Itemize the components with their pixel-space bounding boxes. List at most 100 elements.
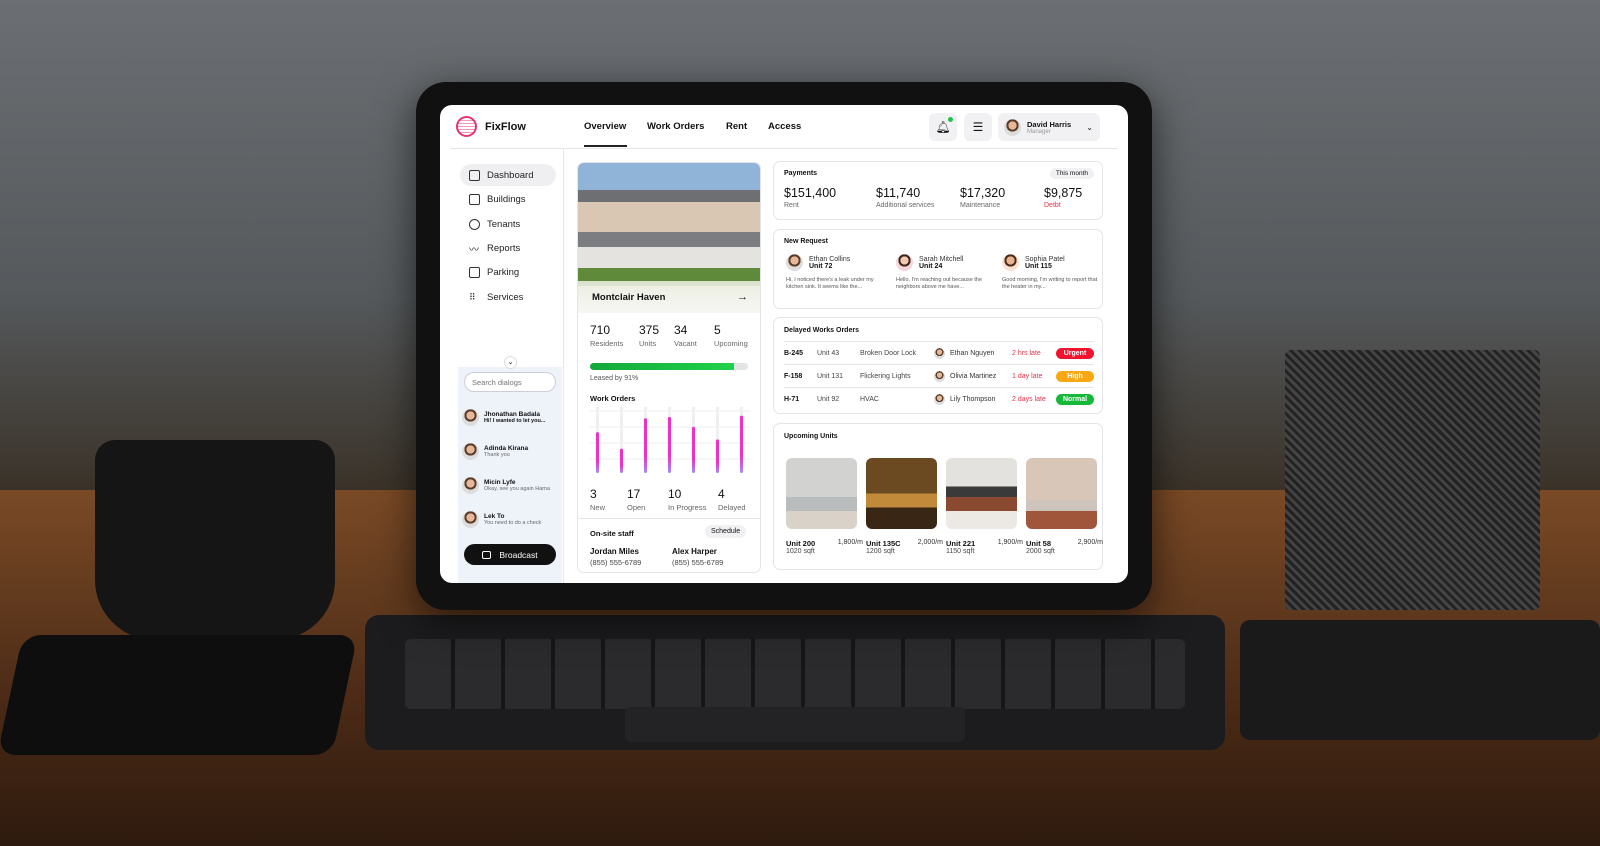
unit-size: 1150 sqft — [946, 548, 975, 555]
avatar — [462, 442, 479, 460]
avatar — [462, 476, 479, 494]
sidebar-item-services[interactable]: ⠿ Services — [460, 286, 556, 308]
leased-label: Leased by 91% — [590, 375, 639, 382]
chat-message: You need to do a check — [484, 519, 542, 526]
app-name: FixFlow — [485, 120, 526, 133]
delayed-title: Delayed Works Orders — [784, 327, 859, 334]
order-assignee: Olivia Martinez — [950, 372, 997, 380]
property-card: Montclair Haven → 710 Residents 375 Units … — [577, 162, 761, 573]
unit-card[interactable]: Unit 221 1,900/m 1150 sqft — [946, 458, 1023, 555]
broadcast-button[interactable]: Broadcast — [464, 544, 556, 565]
notebook — [1240, 620, 1600, 740]
staff-member: Alex Harper (855) 555-6789 — [672, 547, 724, 567]
notifications-button[interactable]: 🔔︎ — [929, 113, 957, 141]
order-late: 1 day late — [1012, 372, 1043, 380]
property-name: Montclair Haven — [592, 291, 666, 303]
chart-bar — [740, 415, 743, 473]
period-selector[interactable]: This month — [1049, 168, 1094, 179]
collapse-chevron-button[interactable]: ⌄ — [504, 356, 517, 369]
logo[interactable]: FixFlow — [456, 116, 526, 137]
unit-image — [866, 458, 937, 529]
unit-size: 1020 sqft — [786, 548, 815, 555]
avatar — [934, 347, 945, 359]
chat-item[interactable]: Adinda Kirana Thank you — [462, 436, 562, 466]
schedule-button[interactable]: Schedule — [705, 525, 747, 538]
leased-progress-bar — [590, 363, 748, 370]
tab-access[interactable]: Access — [768, 121, 801, 132]
unit-card[interactable]: Unit 135C 2,000/m 1200 sqft — [866, 458, 943, 555]
new-request-title: New Request — [784, 238, 828, 245]
table-row[interactable]: F-158 Unit 131 Flickering Lights Olivia … — [784, 364, 1094, 387]
filter-button[interactable]: ☰ — [964, 113, 992, 141]
app-screen: FixFlow Overview Work Orders Rent Access… — [440, 105, 1128, 583]
avatar — [934, 393, 945, 405]
sidebar-item-dashboard[interactable]: Dashboard — [460, 164, 556, 186]
request-item[interactable]: Sophia Patel Unit 115 Good morning, I'm wr… — [1002, 254, 1102, 292]
property-name-bar[interactable]: Montclair Haven → — [578, 281, 760, 313]
order-id: B-245 — [784, 349, 804, 357]
sidebar-divider — [563, 149, 564, 583]
sidebar-item-reports[interactable]: 〰 Reports — [460, 237, 556, 259]
sliders-icon: ☰ — [972, 120, 984, 134]
stat-units: 375 Units — [639, 323, 660, 348]
chat-message: Thank you — [484, 451, 510, 458]
user-menu[interactable]: David Harris Manager ⌄ — [998, 113, 1100, 141]
arrow-right-icon: → — [737, 291, 748, 303]
dashboard-icon — [469, 169, 480, 181]
search-dialogs-input[interactable] — [464, 372, 556, 392]
keyboard — [365, 615, 1225, 750]
chart-bar — [668, 416, 671, 473]
order-assignee: Ethan Nguyen — [950, 349, 995, 357]
user-role: Manager — [1027, 128, 1051, 135]
order-late: 2 days late — [1012, 395, 1046, 403]
payment-debt: $9,875 Detbt — [1044, 186, 1083, 209]
new-request-card: New Request Ethan Collins Unit 72 Hi, I no… — [773, 229, 1103, 309]
chat-item[interactable]: Micin Lyfe Okay, see you again Hama — [462, 470, 562, 500]
broadcast-label: Broadcast — [499, 549, 538, 560]
avatar — [462, 408, 479, 426]
payment-rent: $151,400 Rent — [784, 186, 837, 209]
tab-rent[interactable]: Rent — [726, 121, 747, 132]
unit-card[interactable]: Unit 58 2,900/m 2000 sqft — [1026, 458, 1103, 555]
buildings-icon — [469, 193, 480, 205]
unit-price: 2,900/m — [1077, 539, 1103, 546]
unit-card[interactable]: Unit 200 1,800/m 1020 sqft — [786, 458, 863, 555]
table-row[interactable]: B-245 Unit 43 Broken Door Lock Ethan Ngu… — [784, 341, 1094, 364]
upcoming-title: Upcoming Units — [784, 433, 838, 440]
sidebar-item-label: Services — [487, 291, 524, 303]
sidebar-item-tenants[interactable]: Tenants — [460, 213, 556, 235]
sidebar-item-buildings[interactable]: Buildings — [460, 188, 556, 210]
chat-item[interactable]: Jhonathan Badala Hi! I wanted to let you.… — [462, 402, 562, 432]
request-item[interactable]: Sarah Mitchell Unit 24 Hello, I'm reaching… — [896, 254, 996, 292]
tab-overview[interactable]: Overview — [584, 121, 626, 132]
order-id: F-158 — [784, 372, 803, 380]
logo-icon — [456, 116, 477, 137]
table-row[interactable]: H-71 Unit 92 HVAC Lily Thompson 2 days l… — [784, 387, 1094, 410]
chart-bar — [692, 426, 695, 473]
car-icon — [469, 266, 480, 278]
order-unit: Unit 131 — [817, 372, 844, 380]
bell-icon: 🔔︎ — [935, 120, 951, 134]
avatar — [1002, 254, 1019, 271]
chat-item[interactable]: Lek To You need to do a check — [462, 504, 562, 534]
avatar — [934, 370, 945, 382]
unit-size: 2000 sqft — [1026, 548, 1055, 555]
work-orders-title: Work Orders — [590, 394, 636, 403]
request-item[interactable]: Ethan Collins Unit 72 Hi, I noticed there'… — [786, 254, 886, 292]
avatar — [896, 254, 913, 271]
avatar — [786, 254, 803, 271]
chat-name: Adinda Kirana — [484, 444, 529, 452]
chart-bar — [620, 448, 623, 473]
order-unit: Unit 43 — [817, 349, 840, 357]
chevron-down-icon: ⌄ — [1086, 122, 1093, 132]
unit-image — [786, 458, 857, 529]
sidebar-item-parking[interactable]: Parking — [460, 261, 556, 283]
work-orders-chart — [590, 407, 750, 473]
chart-bar — [716, 439, 719, 473]
wo-delayed: 4 Delayed — [718, 487, 746, 512]
priority-badge: Normal — [1056, 393, 1094, 405]
payments-card: Payments This month $151,400 Rent $11,740… — [773, 161, 1103, 220]
active-tab-indicator — [584, 145, 627, 147]
tab-work-orders[interactable]: Work Orders — [647, 121, 704, 132]
grid-icon: ⠿ — [469, 291, 476, 302]
